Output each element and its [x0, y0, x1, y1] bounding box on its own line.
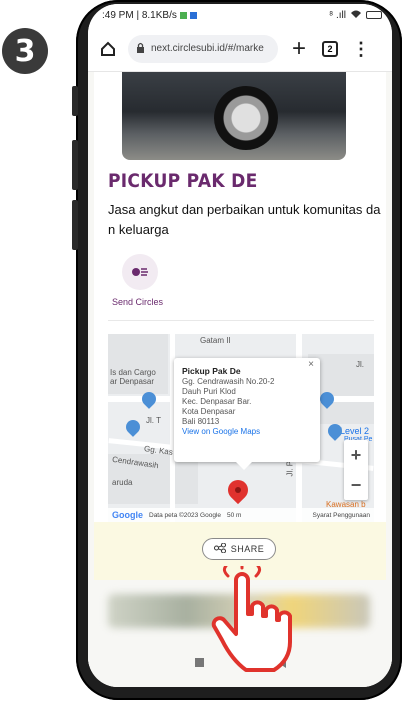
battery-icon: [366, 11, 382, 19]
map-info-window: × Pickup Pak De Gg. Cendrawasih No.20-2 …: [174, 358, 320, 470]
map-label: Jl. T: [146, 416, 161, 425]
listing-description: Jasa angkut dan perbaikan untuk komunita…: [108, 202, 381, 237]
map-terms-link[interactable]: Syarat Penggunaan: [313, 512, 370, 519]
address-line: Bali 80113: [182, 417, 220, 426]
share-button[interactable]: SHARE: [202, 538, 276, 560]
address-line: Kota Denpasar: [182, 407, 236, 416]
address-line: Kec. Denpasar Bar.: [182, 397, 252, 406]
zoom-in-button[interactable]: +: [351, 445, 362, 466]
map-scale[interactable]: 50 m: [227, 512, 241, 519]
divider: [108, 320, 374, 321]
place-name: Pickup Pak De: [182, 366, 241, 376]
signal-icon: ⁸ .ıll: [329, 9, 346, 21]
zoom-out-button[interactable]: −: [351, 475, 362, 496]
phone-side-button: [72, 140, 78, 190]
zoom-control: + −: [344, 440, 368, 500]
map-attribution: Google Data peta ©2023 Google 50 m Syara…: [108, 508, 374, 522]
close-icon[interactable]: ×: [308, 360, 314, 370]
recent-apps-icon[interactable]: [194, 657, 204, 667]
tap-hand-icon: [211, 566, 292, 672]
google-logo[interactable]: Google: [112, 510, 143, 520]
map-label: Is dan Cargo ar Denpasar: [110, 368, 156, 386]
home-icon[interactable]: [96, 37, 120, 61]
send-circles-label[interactable]: Send Circles: [112, 297, 163, 307]
location-map[interactable]: Gatam II Is dan Cargo ar Denpasar Jl. T …: [108, 334, 374, 522]
address-line: Gg. Cendrawasih No.20-2: [182, 377, 275, 386]
address-line: Dauh Puri Klod: [182, 387, 236, 396]
vehicle-photo: [122, 72, 346, 160]
view-on-google-maps-link[interactable]: View on Google Maps: [182, 427, 312, 437]
new-tab-button[interactable]: +: [292, 36, 306, 61]
step-number-badge: 3: [2, 28, 48, 74]
listing-card: PICKUP PAK DE Jasa angkut dan perbaikan …: [94, 72, 386, 580]
share-label: SHARE: [230, 544, 265, 554]
map-label: Jl.: [356, 360, 364, 369]
map-poi-icon[interactable]: [325, 421, 345, 441]
listing-title: PICKUP PAK DE: [108, 170, 258, 192]
url-text: next.circlesubi.id/#/marke: [151, 43, 264, 54]
share-icon: [213, 542, 226, 555]
map-label: aruda: [112, 478, 133, 487]
browser-menu-button[interactable]: ⋮: [352, 40, 370, 58]
lock-icon: [136, 42, 145, 56]
map-poi-icon[interactable]: [123, 417, 143, 437]
browser-toolbar: next.circlesubi.id/#/marke + 2 ⋮: [88, 26, 392, 72]
notification-icon: [189, 11, 197, 19]
location-pin-icon[interactable]: [223, 475, 253, 505]
status-time: :49 PM | 8.1KB/s: [102, 9, 177, 21]
phone-side-button: [72, 200, 78, 250]
notification-icon: [179, 11, 187, 19]
wheel-image: [214, 86, 278, 150]
tab-switcher-button[interactable]: 2: [322, 40, 339, 57]
status-bar: :49 PM | 8.1KB/s ⁸ .ıll: [88, 4, 392, 26]
wifi-icon: [350, 9, 362, 22]
map-label: Level 2: [340, 426, 370, 436]
phone-side-button: [72, 86, 78, 116]
map-label: Gatam II: [200, 336, 231, 345]
map-data-text: Data peta ©2023 Google: [149, 511, 222, 519]
send-circles-icon[interactable]: [122, 254, 158, 290]
url-bar[interactable]: next.circlesubi.id/#/marke: [128, 34, 278, 63]
